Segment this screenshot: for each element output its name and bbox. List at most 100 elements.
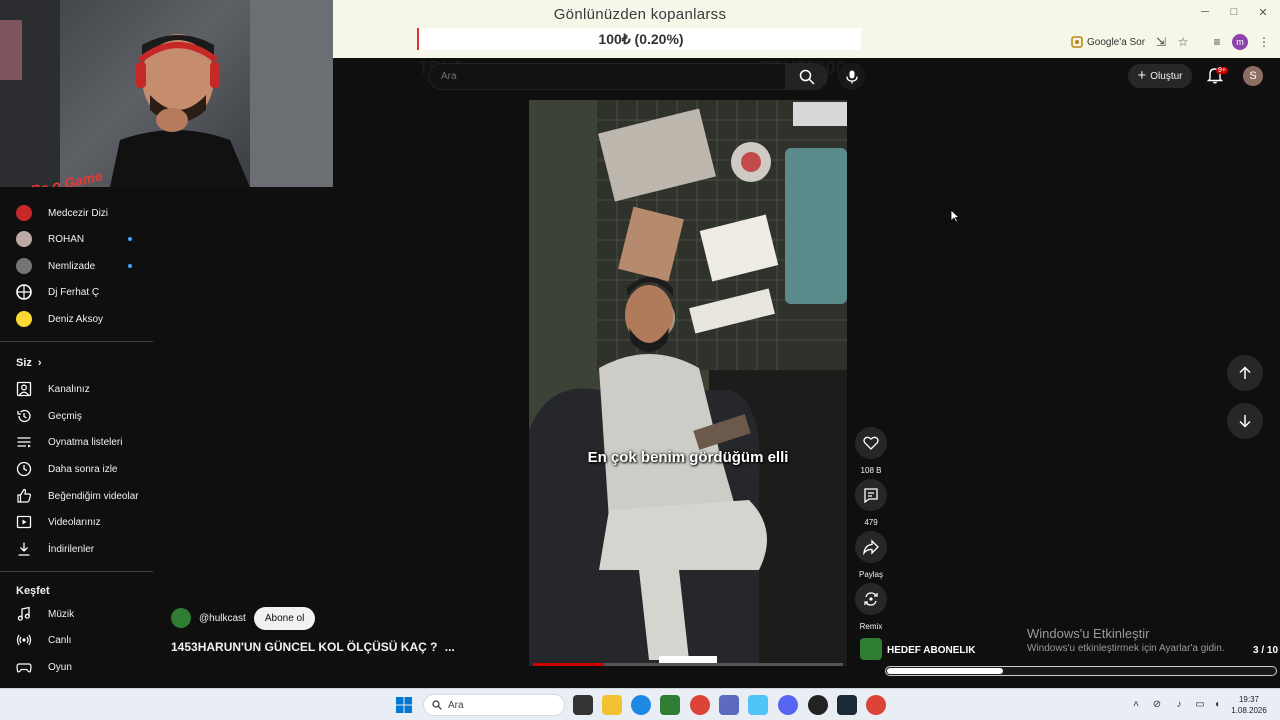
donation-title: Gönlünüzden kopanlarss: [553, 6, 727, 23]
next-video-button[interactable]: [1227, 403, 1263, 439]
mouse-cursor-icon: [950, 209, 960, 223]
new-content-dot: [128, 264, 132, 268]
profile-icon[interactable]: m: [1232, 34, 1248, 50]
plus-icon: +: [1137, 67, 1147, 84]
channel-handle[interactable]: @hulkcast: [199, 613, 246, 624]
goal-progress-bar: [885, 666, 1277, 676]
shorts-video-player[interactable]: En çok benim gördüğüm elli: [529, 100, 847, 666]
tray-chevron-icon[interactable]: ˄: [1130, 699, 1142, 711]
sidebar-item-subscription[interactable]: ROHAN: [0, 226, 153, 252]
sidebar-item-your-videos[interactable]: Videolarınız: [0, 509, 153, 535]
taskbar-clock[interactable]: 19:37 1.08.2026: [1226, 694, 1272, 716]
microphone-icon: [845, 70, 858, 83]
sidebar-item-subscription[interactable]: Medcezir Dizi: [0, 200, 153, 226]
sidebar-item-history[interactable]: Geçmiş: [0, 403, 153, 429]
user-avatar[interactable]: S: [1243, 66, 1263, 86]
steam-icon[interactable]: [837, 695, 857, 715]
video-title[interactable]: 1453HARUN'UN GÜNCEL KOL ÖLÇÜSÜ KAÇ ? ...: [171, 640, 455, 654]
chrome-icon[interactable]: [690, 695, 710, 715]
donation-amount: 100₺ (0.20%): [598, 31, 684, 47]
sidebar-item-label: Videolarınız: [48, 516, 101, 528]
file-explorer-icon[interactable]: [602, 695, 622, 715]
sidebar-item-label: İndirilenler: [48, 543, 95, 555]
calculator-icon[interactable]: [719, 695, 739, 715]
channel-icon: [16, 381, 32, 397]
sidebar-item-label: Geçmiş: [48, 410, 82, 422]
sidebar-item-subscription[interactable]: Nemlizade: [0, 253, 153, 279]
google-sor-button[interactable]: Google'a Sor: [1071, 32, 1145, 52]
comment-icon: [864, 488, 878, 503]
sidebar-item-label: Oynatma listeleri: [48, 436, 123, 448]
create-button[interactable]: + Oluştur: [1128, 64, 1192, 88]
remix-icon: [864, 592, 878, 606]
obs-icon[interactable]: [808, 695, 828, 715]
windows-activation-subtitle: Windows'u etkinleştirmek için Ayarlar'a …: [1027, 643, 1225, 654]
sidebar-item-live[interactable]: Canlı: [0, 627, 153, 653]
taskbar-search-box[interactable]: Ara: [423, 694, 565, 716]
you-header-label: Siz: [16, 357, 32, 369]
volume-icon[interactable]: ◖: [1211, 699, 1223, 711]
sidebar-item-liked-videos[interactable]: Beğendiğim videolar: [0, 483, 153, 509]
history-icon: [17, 409, 31, 423]
remix-button[interactable]: Remix: [855, 583, 887, 631]
your-videos-icon: [16, 515, 32, 529]
search-button[interactable]: [786, 63, 828, 90]
sidebar-item-watch-later[interactable]: Daha sonra izle: [0, 456, 153, 482]
browser-toolbar: Gönlünüzden kopanlarss 100₺ (0.20%) ─ □ …: [333, 0, 1280, 58]
video-subtitle: En çok benim gördüğüm elli: [587, 449, 789, 466]
sidebar-item-channel[interactable]: Kanalınız: [0, 376, 153, 402]
minimize-button[interactable]: ─: [1195, 6, 1215, 20]
subscribe-button[interactable]: Abone ol: [253, 606, 316, 630]
heart-icon: [863, 436, 879, 450]
network-icon[interactable]: ⊘: [1151, 699, 1163, 711]
channel-avatar[interactable]: [171, 608, 191, 628]
reading-list-icon[interactable]: ≡: [1209, 34, 1225, 50]
sidebar-item-label: Oyun: [48, 661, 72, 673]
settings-app-icon[interactable]: [748, 695, 768, 715]
maximize-button[interactable]: □: [1224, 6, 1244, 20]
sidebar-item-label: Medcezir Dizi: [48, 207, 109, 219]
create-label: Oluştur: [1150, 70, 1183, 82]
voice-search-button[interactable]: [838, 63, 865, 90]
sidebar-item-subscription[interactable]: Dj Ferhat Ç: [0, 279, 153, 305]
channel-avatar: [16, 284, 32, 300]
sidebar-you-header[interactable]: Siz ›: [16, 357, 42, 369]
sidebar: Medcezir Dizi ROHAN Nemlizade Dj Ferhat …: [0, 187, 153, 688]
close-button[interactable]: ✕: [1253, 6, 1273, 20]
live-icon: [16, 634, 32, 646]
webcam-overlay: Be o Game: [0, 0, 333, 187]
discord-icon[interactable]: [778, 695, 798, 715]
windows-taskbar: Ara ˄ ⊘ ♪ ▭ ◖ 19:37 1.08.2026: [0, 688, 1280, 720]
sidebar-item-subscription[interactable]: Deniz Aksoy: [0, 306, 153, 332]
arrow-up-icon: [1239, 366, 1251, 379]
more-menu-icon[interactable]: ⋮: [1256, 34, 1272, 50]
share-icon: [863, 539, 879, 555]
microphone-tray-icon[interactable]: ♪: [1173, 699, 1185, 711]
music-icon: [17, 606, 30, 621]
bookmark-star-icon[interactable]: ☆: [1175, 34, 1191, 50]
windows-start-icon[interactable]: [396, 697, 412, 713]
sidebar-item-music[interactable]: Müzik: [0, 601, 153, 627]
search-input[interactable]: Ara: [428, 63, 786, 90]
chrome-profile-icon[interactable]: [866, 695, 886, 715]
previous-video-button[interactable]: [1227, 355, 1263, 391]
video-progress-fill: [533, 663, 605, 666]
like-button[interactable]: 108 B: [855, 427, 887, 475]
sidebar-item-playlists[interactable]: Oynatma listeleri: [0, 429, 153, 455]
store-icon[interactable]: [660, 695, 680, 715]
search-icon: [432, 700, 442, 710]
search-icon: [799, 69, 815, 85]
sidebar-item-label: Daha sonra izle: [48, 463, 118, 475]
sidebar-item-downloads[interactable]: İndirilenler: [0, 536, 153, 562]
video-title-more: ...: [444, 640, 455, 654]
edge-icon[interactable]: [631, 695, 651, 715]
install-app-icon[interactable]: ⇲: [1153, 34, 1169, 50]
task-view-icon[interactable]: [573, 695, 593, 715]
clock-date: 1.08.2026: [1231, 706, 1267, 715]
share-button[interactable]: Paylaş: [855, 531, 887, 579]
share-label: Paylaş: [858, 570, 883, 579]
display-icon[interactable]: ▭: [1194, 699, 1206, 711]
sidebar-item-gaming[interactable]: Oyun: [0, 654, 153, 680]
goal-progress-fill: [887, 668, 1004, 674]
comments-button[interactable]: 479: [855, 479, 887, 527]
